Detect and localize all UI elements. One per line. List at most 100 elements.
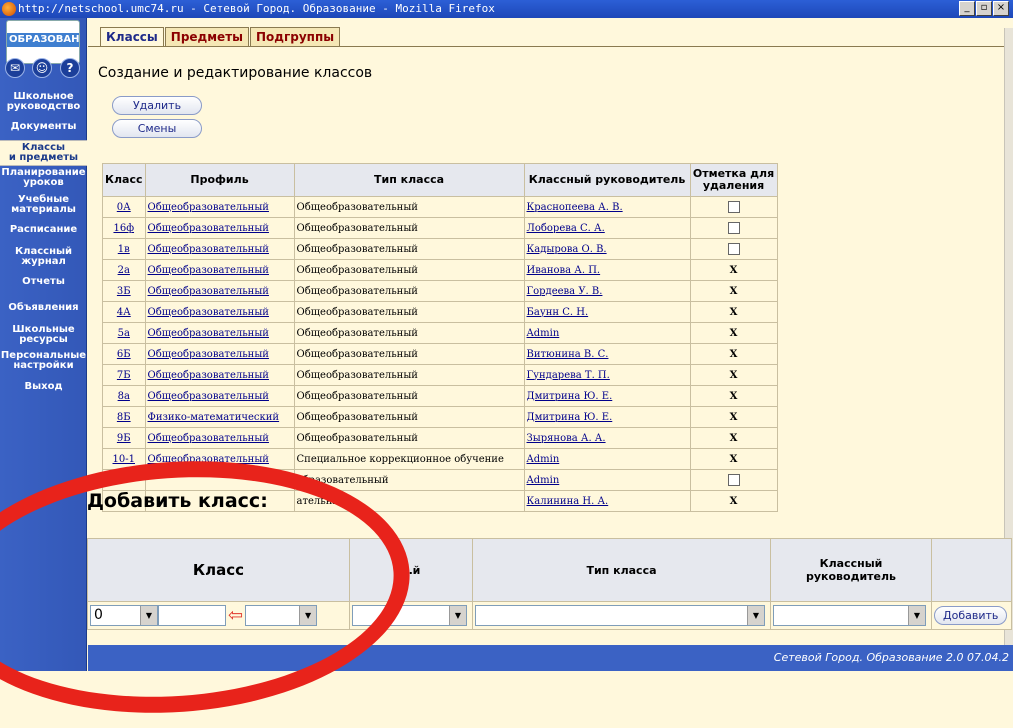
delete-button[interactable]: Удалить [112, 96, 202, 115]
delete-checkbox[interactable] [727, 474, 740, 486]
cell-profile[interactable]: Общеобразовательный [144, 196, 295, 218]
cell-teacher[interactable]: Admin [523, 322, 691, 344]
cell-teacher[interactable]: Дмитрина Ю. Е. [523, 385, 691, 407]
cell-profile[interactable]: Общеобразовательный [144, 448, 295, 470]
cell-profile[interactable]: Общеобразовательный [144, 238, 295, 260]
cell-teacher[interactable]: Кадырова О. В. [523, 238, 691, 260]
sidebar-item-settings[interactable]: Персональные настройки [0, 351, 87, 371]
letter-select[interactable]: ▼ [245, 605, 318, 626]
cell-class[interactable]: 1в [102, 238, 146, 260]
cell-teacher-link[interactable]: Лоборева С. А. [527, 223, 605, 234]
sidebar-item-reports[interactable]: Отчеты [0, 277, 87, 287]
cell-class-link[interactable]: 9Б [117, 433, 131, 444]
cell-class[interactable]: 9Б [102, 427, 146, 449]
cell-profile-link[interactable]: Общеобразовательный [148, 244, 269, 255]
cell-class-link[interactable]: 4А [117, 307, 131, 318]
maximize-icon[interactable]: ▫ [976, 1, 992, 16]
cell-profile[interactable]: Общеобразовательный [144, 259, 295, 281]
cell-class[interactable]: 16ф [102, 217, 146, 239]
cell-profile[interactable]: Общеобразовательный [144, 364, 295, 386]
profile-select[interactable]: ▼ [352, 605, 467, 626]
cell-teacher-link[interactable]: Кадырова О. В. [527, 244, 607, 255]
cell-profile-link[interactable]: Общеобразовательный [148, 370, 269, 381]
cell-teacher[interactable]: Гордеева У. В. [523, 280, 691, 302]
cell-teacher-link[interactable]: Дмитрина Ю. Е. [527, 412, 613, 423]
users-icon[interactable]: ☺ [32, 58, 52, 78]
cell-profile-link[interactable]: Общеобразовательный [148, 202, 269, 213]
cell-class-link[interactable]: 5а [118, 328, 130, 339]
cell-class-link[interactable]: 10-1 [113, 454, 135, 465]
tab-subjects[interactable]: Предметы [164, 27, 249, 47]
minimize-icon[interactable]: _ [959, 1, 975, 16]
cell-class-link[interactable]: 6Б [117, 349, 131, 360]
cell-teacher[interactable]: Admin [523, 469, 691, 491]
cell-profile[interactable]: Общеобразовательный [144, 217, 295, 239]
cell-teacher[interactable]: Зырянова А. А. [523, 427, 691, 449]
cell-teacher-link[interactable]: Гундарева Т. П. [527, 370, 610, 381]
chevron-down-icon[interactable]: ▼ [449, 606, 466, 625]
cell-teacher[interactable]: Калинина Н. А. [523, 490, 691, 512]
cell-teacher-link[interactable]: Admin [527, 328, 560, 339]
cell-class-link[interactable]: 0А [117, 202, 131, 213]
add-button[interactable]: Добавить [934, 606, 1008, 625]
tab-subgroups[interactable]: Подгруппы [250, 27, 341, 47]
cell-profile-link[interactable]: Общеобразовательный [148, 391, 269, 402]
cell-class[interactable]: 5а [102, 322, 146, 344]
mail-icon[interactable]: ✉ [5, 58, 25, 78]
sidebar-item-logout[interactable]: Выход [0, 382, 87, 392]
cell-profile-link[interactable]: Общеобразовательный [148, 433, 269, 444]
teacher-select[interactable]: ▼ [773, 605, 926, 626]
sidebar-item-classes[interactable]: Классы и предметы [0, 140, 87, 166]
cell-teacher[interactable]: Лоборева С. А. [523, 217, 691, 239]
cell-teacher-link[interactable]: Гордеева У. В. [527, 286, 603, 297]
chevron-down-icon[interactable]: ▼ [299, 606, 317, 625]
cell-teacher-link[interactable]: Иванова А. П. [527, 265, 601, 276]
sidebar-item-resources[interactable]: Школьные ресурсы [0, 325, 87, 345]
chevron-down-icon[interactable]: ▼ [747, 606, 764, 625]
cell-profile[interactable]: Физико-математический [144, 406, 295, 428]
cell-teacher-link[interactable]: Admin [527, 475, 560, 486]
class-type-select[interactable]: ▼ [475, 605, 765, 626]
cell-class[interactable]: 8а [102, 385, 146, 407]
cell-profile-link[interactable]: Общеобразовательный [148, 349, 269, 360]
sidebar-item-announcements[interactable]: Объявления [0, 303, 87, 313]
cell-teacher-link[interactable]: Калинина Н. А. [527, 496, 609, 507]
cell-profile-link[interactable]: Общеобразовательный [148, 328, 269, 339]
cell-profile[interactable]: Общеобразовательный [144, 427, 295, 449]
cell-teacher-link[interactable]: Витюнина В. С. [527, 349, 609, 360]
chevron-down-icon[interactable]: ▼ [140, 606, 157, 625]
help-icon[interactable]: ? [60, 58, 80, 78]
cell-profile-link[interactable]: Общеобразовательный [148, 454, 269, 465]
cell-profile-link[interactable]: Общеобразовательный [148, 307, 269, 318]
cell-profile-link[interactable]: Общеобразовательный [148, 286, 269, 297]
cell-profile[interactable]: Общеобразовательный [144, 343, 295, 365]
cell-profile[interactable] [144, 469, 295, 491]
cell-class[interactable]: 3Б [102, 280, 146, 302]
cell-profile[interactable]: Общеобразовательный [144, 280, 295, 302]
cell-class-link[interactable]: 16ф [113, 223, 134, 234]
cell-class[interactable]: 8Б [102, 406, 146, 428]
sidebar-item-lesson-planning[interactable]: Планирование уроков [0, 168, 87, 188]
cell-teacher-link[interactable]: Краснопеева А. В. [527, 202, 623, 213]
sidebar-item-materials[interactable]: Учебные материалы [0, 195, 87, 215]
close-icon[interactable]: × [993, 1, 1009, 16]
cell-teacher[interactable]: Admin [523, 448, 691, 470]
cell-teacher[interactable]: Дмитрина Ю. Е. [523, 406, 691, 428]
cell-class[interactable]: 6Б [102, 343, 146, 365]
letter-input[interactable] [158, 605, 226, 626]
cell-teacher[interactable]: Иванова А. П. [523, 259, 691, 281]
cell-class[interactable]: 10-1 [102, 448, 146, 470]
cell-profile-link[interactable]: Общеобразовательный [148, 265, 269, 276]
cell-teacher-link[interactable]: Admin [527, 454, 560, 465]
cell-class-link[interactable]: 7Б [117, 370, 131, 381]
cell-profile[interactable]: Общеобразовательный [144, 385, 295, 407]
delete-checkbox[interactable] [727, 243, 740, 255]
cell-class-link[interactable]: 8Б [117, 412, 131, 423]
cell-profile[interactable]: Общеобразовательный [144, 301, 295, 323]
cell-class[interactable] [102, 469, 146, 491]
cell-teacher[interactable]: Баунн С. Н. [523, 301, 691, 323]
chevron-down-icon[interactable]: ▼ [908, 606, 925, 625]
cell-teacher-link[interactable]: Баунн С. Н. [527, 307, 589, 318]
cell-class-link[interactable]: 8а [118, 391, 130, 402]
cell-class[interactable]: 2а [102, 259, 146, 281]
